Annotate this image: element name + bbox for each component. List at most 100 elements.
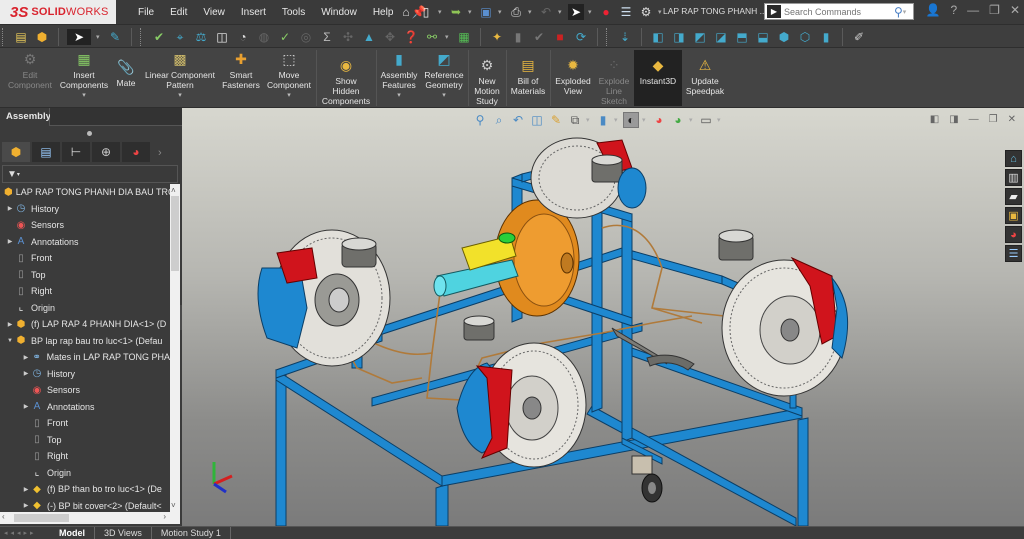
search-icon[interactable]: ⚲ xyxy=(894,5,903,19)
scroll-right-icon[interactable]: › xyxy=(163,512,166,521)
scroll-up-icon[interactable]: ˄ xyxy=(171,186,176,195)
expand-right-arrow-icon[interactable]: ▶ xyxy=(6,205,14,212)
feature-tree-item[interactable]: ▶ A Annotations xyxy=(0,234,170,251)
feature-tree-item[interactable]: ⌞ Origin xyxy=(0,465,170,482)
select-icon[interactable]: ➤ xyxy=(568,4,584,20)
interference-icon[interactable]: ◍ xyxy=(256,29,272,45)
search-commands-box[interactable]: ▶ ⚲ ▾ xyxy=(764,3,914,20)
feature-tree-item[interactable]: ▯ Right xyxy=(0,283,170,300)
toolbar-grip[interactable] xyxy=(2,28,5,46)
assembly-features-dropdown[interactable]: ▾ xyxy=(397,91,401,101)
view-left-icon[interactable]: ◩ xyxy=(692,29,708,45)
scroll-down-icon[interactable]: ˅ xyxy=(171,501,176,510)
hole-alignment-icon[interactable]: ✣ xyxy=(340,29,356,45)
toolbar-grip-2[interactable] xyxy=(140,28,143,46)
print-icon[interactable]: ⎙ xyxy=(508,4,524,20)
clearance-icon[interactable]: ✥ xyxy=(382,29,398,45)
scroll-left-icon[interactable]: ‹ xyxy=(2,512,5,521)
insert-components-dropdown[interactable]: ▾ xyxy=(82,91,86,101)
save-icon[interactable]: ▣ xyxy=(478,4,494,20)
expand-right-arrow-icon[interactable]: ▶ xyxy=(22,502,30,509)
graphics-viewport[interactable]: ⚲ ⌕ ↶ ◫ ✎ ⧉ ▾ ▮ ▾ ◐ ▾ ◕ ◕ ▾ ▭ ▾ ◧ ◨ — ❐ ✕ ⌂ ▥… xyxy=(182,108,1024,526)
smart-fasteners-button[interactable]: ✚ Smart Fasteners xyxy=(220,50,262,106)
linear-component-pattern-button[interactable]: ▩ Linear Component Pattern ▾ xyxy=(142,50,218,106)
select-filter-dropdown[interactable]: ▾ xyxy=(96,33,102,41)
appearance-icon[interactable]: ✎ xyxy=(107,29,123,45)
exploded-view-button[interactable]: ✹ Exploded View xyxy=(552,50,594,106)
help-icon[interactable]: ? xyxy=(950,3,957,17)
new-document-icon[interactable]: ▯ xyxy=(418,4,434,20)
menu-file[interactable]: File xyxy=(130,7,162,18)
view-dimetric-icon[interactable]: ▮ xyxy=(818,29,834,45)
excel-icon[interactable]: ▦ xyxy=(456,29,472,45)
render-tools-icon[interactable]: ✦ xyxy=(489,29,505,45)
options-gear-icon[interactable]: ⚙ xyxy=(638,4,654,20)
geometry-analysis-icon[interactable]: ◎ xyxy=(298,29,314,45)
view-bottom-icon[interactable]: ⬓ xyxy=(755,29,771,45)
properties-icon[interactable]: ▤ xyxy=(13,29,29,45)
measure-icon[interactable]: ⌖ xyxy=(172,29,188,45)
menu-tools[interactable]: Tools xyxy=(274,7,313,18)
mass-properties-icon[interactable]: ⚖ xyxy=(193,29,209,45)
search-scope-icon[interactable]: ▶ xyxy=(767,5,781,18)
configuration-manager-tab-icon[interactable]: ⊢ xyxy=(62,142,90,162)
feature-tree-item[interactable]: ▶ ⬢ (f) LAP RAP 4 PHANH DIA<1> (D xyxy=(0,316,170,333)
performance-icon[interactable]: ◔ xyxy=(235,29,251,45)
view-trimetric-icon[interactable]: ⬡ xyxy=(797,29,813,45)
file-properties-icon[interactable]: ☰ xyxy=(618,4,634,20)
feature-tree-item[interactable]: ▶ A Annotations xyxy=(0,399,170,416)
spell-check-icon[interactable]: ✔ xyxy=(151,29,167,45)
restore-button[interactable]: ❐ xyxy=(989,3,1000,17)
expand-right-arrow-icon[interactable]: ▶ xyxy=(22,354,30,361)
open-dropdown[interactable]: ▾ xyxy=(468,8,474,16)
new-dropdown[interactable]: ▾ xyxy=(438,8,444,16)
view-back-icon[interactable]: ◨ xyxy=(671,29,687,45)
horizontal-scroll-thumb[interactable] xyxy=(14,514,69,522)
move-component-button[interactable]: ⬚ Move Component ▾ xyxy=(264,50,314,106)
check-icon[interactable]: ✓ xyxy=(277,29,293,45)
section-properties-icon[interactable]: ◫ xyxy=(214,29,230,45)
vertical-scroll-thumb[interactable] xyxy=(171,196,179,271)
tab-3d-views[interactable]: 3D Views xyxy=(95,526,152,539)
view-top-icon[interactable]: ⬒ xyxy=(734,29,750,45)
display-manager-tab-icon[interactable]: ◕ xyxy=(122,142,150,162)
edit-component-button[interactable]: ⚙ Edit Component xyxy=(2,50,58,106)
insert-components-button[interactable]: ▦ Insert Components ▾ xyxy=(60,50,108,106)
home-icon[interactable]: ⌂ xyxy=(398,4,414,20)
expand-right-arrow-icon[interactable]: ▶ xyxy=(22,486,30,493)
property-manager-tab-icon[interactable]: ▤ xyxy=(32,142,60,162)
verify-icon[interactable]: ✔ xyxy=(531,29,547,45)
undo-icon[interactable]: ↶ xyxy=(538,4,554,20)
3d-model-brake-rig[interactable] xyxy=(182,108,1024,526)
reference-geometry-button[interactable]: ◩ Reference Geometry ▾ xyxy=(422,50,466,106)
minimize-button[interactable]: — xyxy=(967,3,979,17)
menu-view[interactable]: View xyxy=(195,7,233,18)
user-account-icon[interactable]: 👤 xyxy=(926,3,941,17)
feature-tree-item[interactable]: ⌞ Origin xyxy=(0,300,170,317)
reference-geometry-dropdown[interactable]: ▾ xyxy=(442,91,446,101)
bill-of-materials-button[interactable]: ▤ Bill of Materials xyxy=(508,50,548,106)
feature-tree-item[interactable]: ▯ Front xyxy=(0,415,170,432)
feature-manager-tab-icon[interactable]: ⬢ xyxy=(2,142,30,162)
feature-tree-item[interactable]: ▶ ◷ History xyxy=(0,201,170,218)
menu-edit[interactable]: Edit xyxy=(162,7,195,18)
mate-xpert-icon[interactable]: ⚯ xyxy=(424,29,440,45)
solidworks-logo[interactable]: 3S SOLIDWORKS xyxy=(0,0,116,24)
expand-right-arrow-icon[interactable]: ▶ xyxy=(22,403,30,410)
menu-help[interactable]: Help xyxy=(365,7,402,18)
menu-insert[interactable]: Insert xyxy=(233,7,274,18)
select-dropdown[interactable]: ▾ xyxy=(588,8,594,16)
linear-pattern-dropdown[interactable]: ▾ xyxy=(178,91,182,101)
search-commands-input[interactable] xyxy=(784,6,894,17)
help-properties-icon[interactable]: ❓ xyxy=(403,29,419,45)
show-hidden-components-button[interactable]: ◉ Show Hidden Components xyxy=(318,50,374,106)
feature-tree-item[interactable]: ▯ Front xyxy=(0,250,170,267)
dimxpert-manager-tab-icon[interactable]: ⊕ xyxy=(92,142,120,162)
move-component-dropdown[interactable]: ▾ xyxy=(287,91,291,101)
print-dropdown[interactable]: ▾ xyxy=(528,8,534,16)
menu-window[interactable]: Window xyxy=(313,7,365,18)
view-right-icon[interactable]: ◪ xyxy=(713,29,729,45)
new-motion-study-button[interactable]: ⚙ New Motion Study xyxy=(470,50,504,106)
view-front-icon[interactable]: ◧ xyxy=(650,29,666,45)
undo-dropdown[interactable]: ▾ xyxy=(558,8,564,16)
